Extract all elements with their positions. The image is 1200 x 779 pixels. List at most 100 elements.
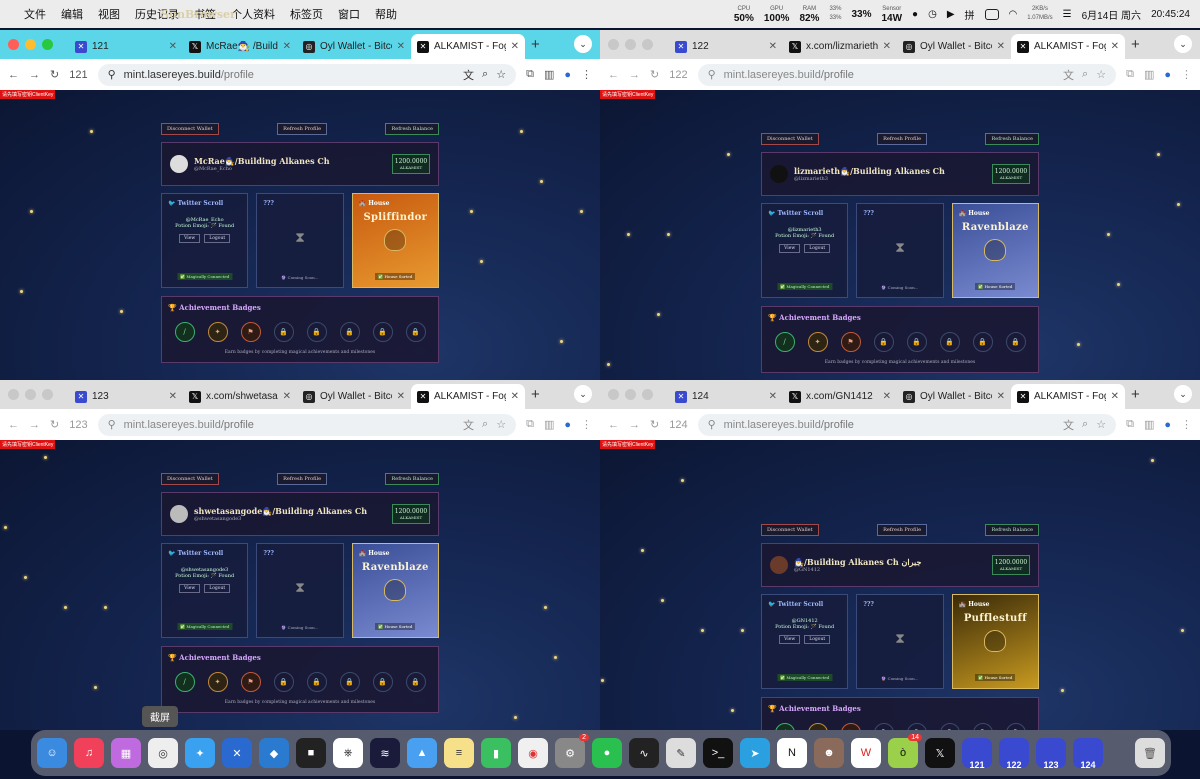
address-bar[interactable]: ⚲ mint.lasereyes.build/profile 文 ⌕ ☆ [697, 63, 1117, 86]
site-settings-icon[interactable]: ⚲ [708, 68, 716, 81]
close-icon[interactable]: ✕ [1111, 41, 1119, 52]
logout-button[interactable]: Logout [804, 244, 831, 253]
minimize-window-button[interactable] [25, 389, 36, 400]
play-icon[interactable]: ▶ [947, 9, 955, 20]
back-icon[interactable]: ← [8, 69, 19, 81]
activity-monitor-icon[interactable]: ∿ [629, 738, 659, 768]
flag-badge-icon[interactable]: ⚑ [240, 322, 261, 342]
tab-2[interactable]: ◎ Oyl Wallet - Bitcoi ✕ [297, 34, 411, 59]
close-icon[interactable]: ✕ [883, 391, 891, 402]
account-avatar-icon[interactable]: ● [1164, 419, 1171, 431]
sparkle-badge-icon[interactable]: ✦ [807, 332, 828, 352]
bookmark-star-icon[interactable]: ☆ [496, 68, 506, 81]
menu-edit[interactable]: 编辑 [61, 6, 83, 22]
tab-1[interactable]: 𝕏x.com/GN1412 ✕ [783, 384, 897, 409]
close-window-button[interactable] [8, 389, 19, 400]
sidepanel-icon[interactable]: ▥ [544, 418, 554, 431]
maximize-window-button[interactable] [642, 39, 653, 50]
disconnect-wallet-button[interactable]: Disconnect Wallet [161, 473, 219, 485]
app-name[interactable]: SunBrowser [161, 8, 439, 21]
view-button[interactable]: View [179, 234, 201, 243]
new-tab-button[interactable]: + [1131, 36, 1140, 53]
site-settings-icon[interactable]: ⚲ [108, 418, 116, 431]
tab-0[interactable]: ✕ 122 ✕ [669, 34, 783, 59]
more-menu-icon[interactable]: ⋮ [581, 418, 592, 431]
minimize-window-button[interactable] [25, 39, 36, 50]
tool2-icon[interactable]: ò 14 [888, 734, 922, 768]
tab-1[interactable]: 𝕏x.com/shwetasan ✕ [183, 384, 297, 409]
close-icon[interactable]: ✕ [997, 391, 1005, 402]
minimize-window-button[interactable] [625, 39, 636, 50]
xcode-like-icon[interactable]: ✕ [222, 738, 252, 768]
close-icon[interactable]: ✕ [283, 391, 291, 402]
battery-icon[interactable] [984, 8, 999, 20]
reload-icon[interactable]: ↻ [650, 68, 659, 81]
back-icon[interactable]: ← [608, 419, 619, 431]
url-text[interactable]: mint.lasereyes.build/profile [724, 69, 1055, 81]
tab-0[interactable]: ✕ 124 ✕ [669, 384, 783, 409]
maximize-window-button[interactable] [642, 389, 653, 400]
forward-icon[interactable]: → [29, 419, 40, 431]
tab-2[interactable]: ◎ Oyl Wallet - Bitcoi ✕ [297, 384, 411, 409]
back-icon[interactable]: ← [8, 419, 19, 431]
new-tab-button[interactable]: + [531, 36, 540, 53]
notion-icon[interactable]: N [777, 738, 807, 768]
account-avatar-icon[interactable]: ● [564, 419, 571, 431]
close-icon[interactable]: ✕ [397, 391, 405, 402]
forward-icon[interactable]: → [29, 69, 40, 81]
more-menu-icon[interactable]: ⋮ [581, 68, 592, 81]
zoom-icon[interactable]: ⌕ [1082, 418, 1088, 431]
safari-icon[interactable]: ✦ [185, 738, 215, 768]
new-tab-button[interactable]: + [1131, 386, 1140, 403]
flag-badge-icon[interactable]: ⚑ [840, 723, 861, 730]
wps-icon[interactable]: W [851, 738, 881, 768]
date[interactable]: 6月14日 周六 [1082, 7, 1141, 22]
extensions-icon[interactable]: ⧉ [526, 418, 534, 431]
site-settings-icon[interactable]: ⚲ [108, 68, 116, 81]
wifi-icon[interactable]: ◠ [1009, 9, 1018, 20]
tab-search-icon[interactable]: ⌄ [1174, 385, 1192, 403]
maximize-window-button[interactable] [42, 389, 53, 400]
address-bar[interactable]: ⚲ mint.lasereyes.build/profile 文 ⌕ ☆ [697, 413, 1117, 436]
account-avatar-icon[interactable]: ● [1164, 69, 1171, 81]
tab-2[interactable]: ◎ Oyl Wallet - Bitcoi ✕ [897, 34, 1011, 59]
sparkle-badge-icon[interactable]: ✦ [207, 672, 228, 692]
avatar-app-icon[interactable]: ☻ [814, 738, 844, 768]
address-bar[interactable]: ⚲ mint.lasereyes.build/profile 文 ⌕ ☆ [97, 413, 517, 436]
disconnect-wallet-button[interactable]: Disconnect Wallet [761, 133, 819, 145]
tab-search-icon[interactable]: ⌄ [1174, 35, 1192, 53]
close-icon[interactable]: ✕ [769, 391, 777, 402]
extensions-icon[interactable]: ⧉ [526, 68, 534, 81]
extensions-icon[interactable]: ⧉ [1126, 418, 1134, 431]
cube-app-icon[interactable]: ■ [296, 738, 326, 768]
profile-121-icon[interactable]: 121 [962, 738, 992, 770]
bookmark-star-icon[interactable]: ☆ [1096, 68, 1106, 81]
tab-3[interactable]: ✕ ALKAMIST - FogW ✕ [411, 34, 525, 59]
forward-icon[interactable]: → [629, 69, 640, 81]
tab-search-icon[interactable]: ⌄ [574, 385, 592, 403]
menu-file[interactable]: 文件 [24, 6, 46, 22]
wand-badge-icon[interactable]: / [174, 322, 195, 342]
tab-0[interactable]: ✕ 123 ✕ [69, 384, 183, 409]
close-icon[interactable]: ✕ [511, 391, 519, 402]
music-icon[interactable]: ♫ [74, 738, 104, 768]
refresh-profile-button[interactable]: Refresh Profile [877, 524, 928, 536]
reload-icon[interactable]: ↻ [650, 418, 659, 431]
tab-2[interactable]: ◎ Oyl Wallet - Bitcoi ✕ [897, 384, 1011, 409]
translate-icon[interactable]: 文 [463, 417, 474, 433]
refresh-profile-button[interactable]: Refresh Profile [277, 123, 328, 135]
tab-3[interactable]: ✕ ALKAMIST - FogW ✕ [1011, 384, 1125, 409]
refresh-profile-button[interactable]: Refresh Profile [277, 473, 328, 485]
close-window-button[interactable] [8, 39, 19, 50]
close-icon[interactable]: ✕ [511, 41, 519, 52]
url-text[interactable]: mint.lasereyes.build/profile [124, 69, 455, 81]
back-icon[interactable]: ← [608, 69, 619, 81]
time[interactable]: 20:45:24 [1151, 9, 1190, 20]
close-icon[interactable]: ✕ [169, 391, 177, 402]
wechat-icon[interactable]: ● [912, 9, 918, 20]
tab-1[interactable]: 𝕏 McRae🧙‍♂️ /Build ✕ [183, 34, 297, 59]
url-text[interactable]: mint.lasereyes.build/profile [124, 419, 455, 431]
close-window-button[interactable] [608, 39, 619, 50]
refresh-balance-button[interactable]: Refresh Balance [385, 473, 439, 485]
minimize-window-button[interactable] [625, 389, 636, 400]
